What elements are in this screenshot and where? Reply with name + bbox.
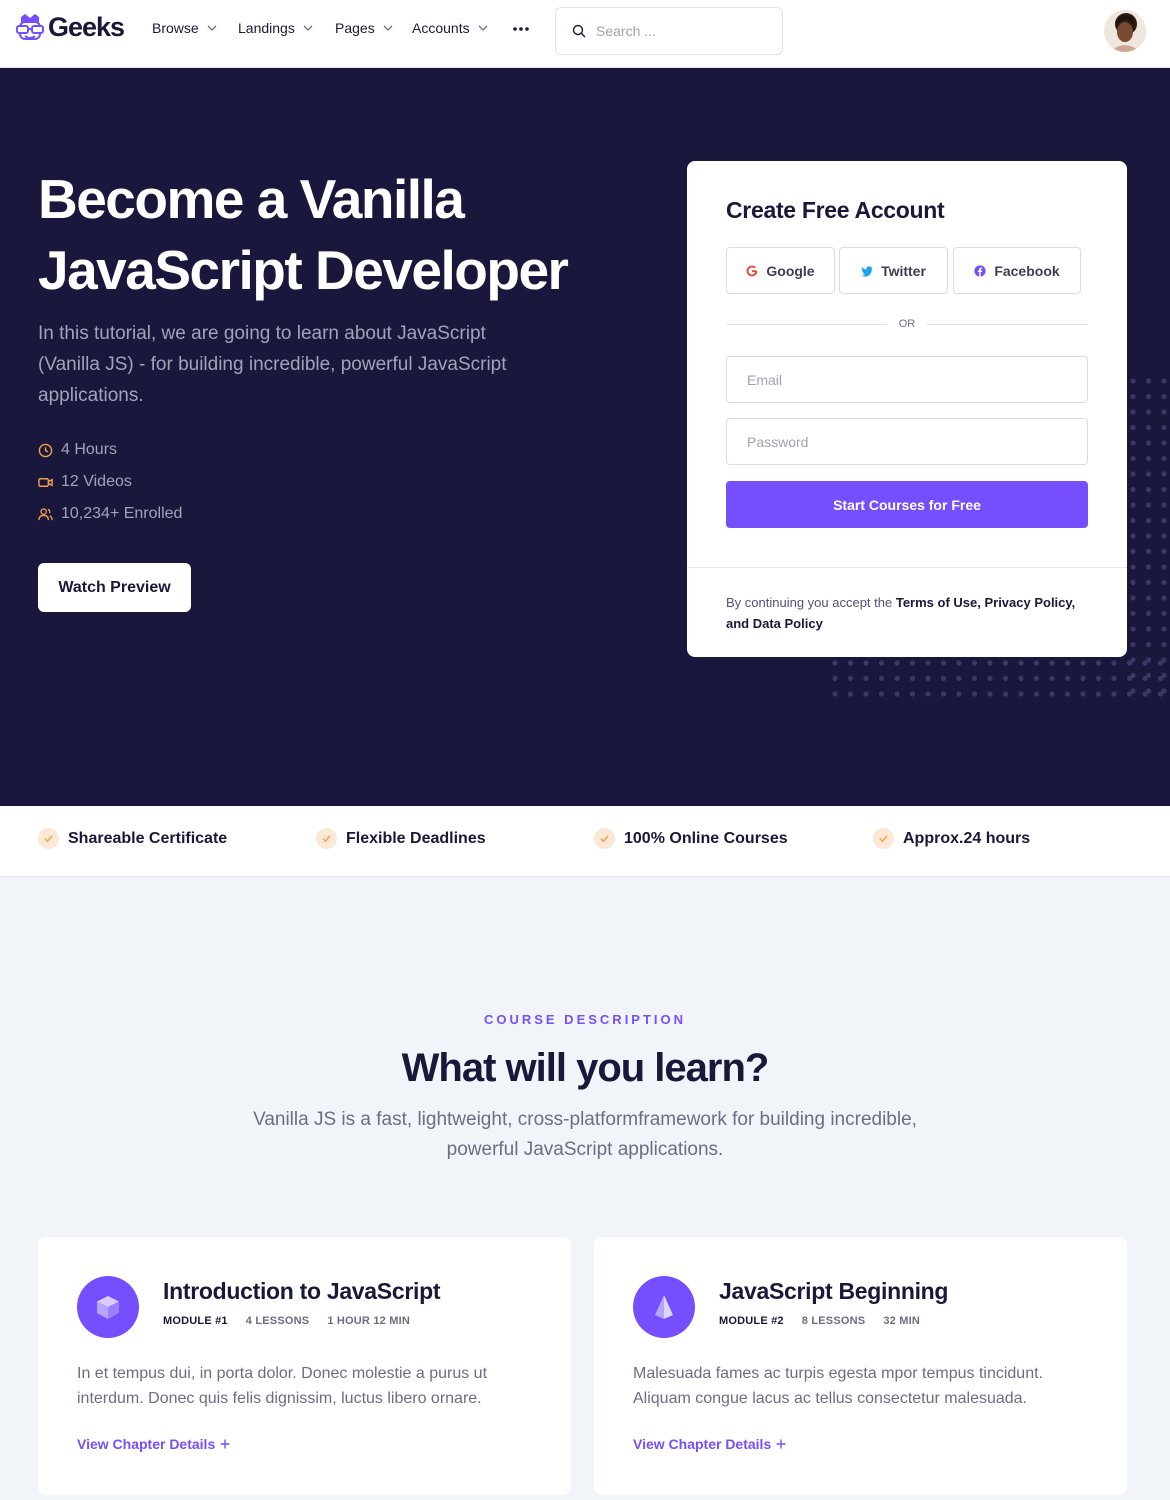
password-field[interactable] xyxy=(726,418,1088,465)
nav-landings[interactable]: Landings xyxy=(238,20,313,36)
feature-label: Approx.24 hours xyxy=(903,829,1031,847)
pyramid-icon xyxy=(655,1295,673,1319)
nav-accounts[interactable]: Accounts xyxy=(412,20,488,36)
module-duration: 1 HOUR 12 MIN xyxy=(327,1315,410,1327)
search-input[interactable] xyxy=(596,23,756,39)
top-navbar: Geeks Browse Landings Pages Accounts xyxy=(0,0,1170,68)
hero-section: Become a Vanilla JavaScript Developer In… xyxy=(0,68,1170,806)
view-chapter-link[interactable]: View Chapter Details xyxy=(77,1436,230,1452)
nav-browse-label: Browse xyxy=(152,20,199,36)
nav-browse[interactable]: Browse xyxy=(152,20,217,36)
terms-prefix: By continuing you accept the xyxy=(726,595,896,610)
video-icon xyxy=(38,477,53,487)
module-meta: MODULE #1 4 LESSONS 1 HOUR 12 MIN xyxy=(163,1315,410,1327)
geek-logo-icon xyxy=(16,13,44,40)
module-description: In et tempus dui, in porta dolor. Donec … xyxy=(77,1365,488,1407)
facebook-label: Facebook xyxy=(994,262,1060,279)
feature-online: 100% Online Courses xyxy=(594,828,788,849)
feature-label: Flexible Deadlines xyxy=(346,829,486,847)
or-line-left xyxy=(726,323,887,325)
search-box xyxy=(555,7,783,55)
cube-icon xyxy=(97,1296,119,1319)
dot-pattern-right xyxy=(1128,376,1170,696)
brand[interactable]: Geeks xyxy=(16,12,125,43)
nav-pages-label: Pages xyxy=(335,20,375,36)
or-divider: OR xyxy=(726,318,1088,330)
view-chapter-label: View Chapter Details xyxy=(77,1436,216,1452)
stat-hours-label: 4 Hours xyxy=(61,441,118,458)
module-title: Introduction to JavaScript xyxy=(163,1278,441,1304)
module-duration: 32 MIN xyxy=(883,1315,920,1327)
module-card-1: Introduction to JavaScript MODULE #1 4 L… xyxy=(38,1237,571,1495)
google-icon xyxy=(746,265,758,276)
chevron-down-icon xyxy=(383,25,393,31)
signup-title: Create Free Account xyxy=(726,197,945,223)
facebook-signup-button[interactable]: Facebook xyxy=(953,247,1081,294)
chevron-down-icon xyxy=(478,25,488,31)
form-divider xyxy=(687,567,1127,568)
stat-hours: 4 Hours xyxy=(38,434,182,466)
feature-label: 100% Online Courses xyxy=(624,829,788,847)
stat-videos-label: 12 Videos xyxy=(61,473,132,490)
google-signup-button[interactable]: Google xyxy=(726,247,835,294)
more-horizontal-icon[interactable] xyxy=(512,20,530,38)
section-subtitle: Vanilla JS is a fast, lightweight, cross… xyxy=(253,1109,917,1160)
clock-icon xyxy=(38,443,53,457)
signup-card: Create Free Account Google Twitter Faceb… xyxy=(687,161,1127,657)
twitter-signup-button[interactable]: Twitter xyxy=(839,247,948,294)
email-field[interactable] xyxy=(726,356,1088,403)
brand-name: Geeks xyxy=(48,12,125,42)
user-avatar[interactable] xyxy=(1104,10,1146,52)
module-number: MODULE #1 xyxy=(163,1315,228,1327)
check-icon xyxy=(873,828,894,849)
plus-icon xyxy=(220,1439,230,1449)
stat-enrolled-label: 10,234+ Enrolled xyxy=(61,505,183,522)
module-description: Malesuada fames ac turpis egesta mpor te… xyxy=(633,1365,1043,1407)
facebook-icon xyxy=(974,264,986,277)
module-lessons: 4 LESSONS xyxy=(245,1315,310,1327)
module-card-2: JavaScript Beginning MODULE #2 8 LESSONS… xyxy=(594,1237,1127,1495)
search-icon xyxy=(572,24,586,38)
dot-pattern-bottom xyxy=(830,658,1170,700)
feature-deadlines: Flexible Deadlines xyxy=(316,828,486,849)
module-title: JavaScript Beginning xyxy=(719,1278,949,1304)
terms-text: By continuing you accept the Terms of Us… xyxy=(726,592,1086,634)
module-lessons: 8 LESSONS xyxy=(801,1315,866,1327)
section-title: What will you learn? xyxy=(401,1046,770,1090)
feature-label: Shareable Certificate xyxy=(68,829,228,847)
twitter-icon xyxy=(861,265,873,277)
module-icon xyxy=(633,1276,695,1338)
or-line-right xyxy=(927,323,1088,325)
check-icon xyxy=(316,828,337,849)
chevron-down-icon xyxy=(207,25,217,31)
feature-certificate: Shareable Certificate xyxy=(38,828,227,849)
start-courses-button[interactable]: Start Courses for Free xyxy=(726,481,1088,528)
feature-hours: Approx.24 hours xyxy=(873,828,1030,849)
stat-videos: 12 Videos xyxy=(38,466,182,498)
plus-icon xyxy=(776,1439,786,1449)
google-label: Google xyxy=(766,262,815,279)
check-icon xyxy=(38,828,59,849)
features-strip: Shareable Certificate Flexible Deadlines… xyxy=(0,806,1170,877)
avatar-image xyxy=(1104,10,1146,52)
chevron-down-icon xyxy=(303,25,313,31)
view-chapter-link[interactable]: View Chapter Details xyxy=(633,1436,786,1452)
module-icon xyxy=(77,1276,139,1338)
nav-pages[interactable]: Pages xyxy=(335,20,393,36)
module-number: MODULE #2 xyxy=(719,1315,784,1327)
view-chapter-label: View Chapter Details xyxy=(633,1436,772,1452)
twitter-label: Twitter xyxy=(881,262,926,279)
stat-enrolled: 10,234+ Enrolled xyxy=(38,498,182,530)
nav-landings-label: Landings xyxy=(238,20,295,36)
watch-preview-button[interactable]: Watch Preview xyxy=(38,563,191,612)
course-stats: 4 Hours 12 Videos 10,234+ Enrolled xyxy=(38,434,182,530)
module-meta: MODULE #2 8 LESSONS 32 MIN xyxy=(719,1315,920,1327)
or-text: OR xyxy=(898,318,916,330)
hero-title: Become a Vanilla JavaScript Developer xyxy=(38,168,569,301)
hero-description: In this tutorial, we are going to learn … xyxy=(38,323,507,406)
section-eyebrow: COURSE DESCRIPTION xyxy=(483,1012,687,1027)
nav-accounts-label: Accounts xyxy=(412,20,470,36)
check-icon xyxy=(594,828,615,849)
users-icon xyxy=(38,507,53,520)
